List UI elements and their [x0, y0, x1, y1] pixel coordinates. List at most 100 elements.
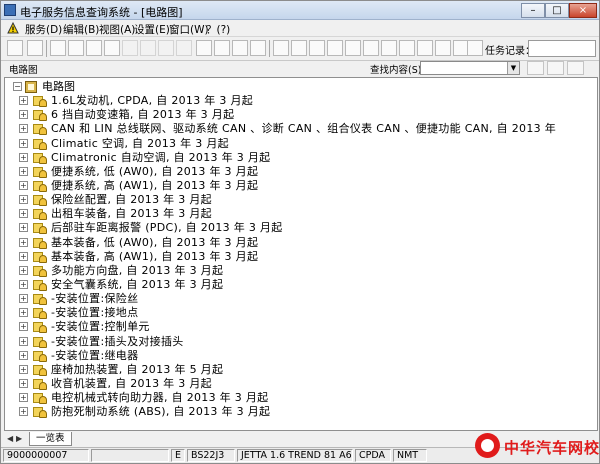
warning-tool-icon[interactable]: [363, 40, 379, 56]
tree-item[interactable]: + 出租车装备, 自 2013 年 3 月起: [5, 207, 597, 221]
module-icon-1[interactable]: [273, 40, 289, 56]
folder-lock-icon: [33, 336, 47, 348]
expand-icon[interactable]: +: [19, 152, 28, 162]
tree-item[interactable]: +1.6L发动机, CPDA, 自 2013 年 3 月起: [5, 94, 597, 108]
tree-item[interactable]: + CAN 和 LIN 总线联网、驱动系统 CAN 、诊断 CAN 、组合仪表 C…: [5, 122, 597, 136]
folder-lock-icon: [33, 293, 47, 306]
tree-item[interactable]: + 防抱死制动系统 (ABS), 自 2013 年 3 月起: [5, 405, 597, 419]
minimize-button[interactable]: –: [521, 3, 545, 18]
tree-item[interactable]: + 后部驻车距离报警 (PDC), 自 2013 年 3 月起: [5, 221, 597, 235]
search-select[interactable]: ▼: [420, 61, 520, 75]
module-icon-10[interactable]: [467, 40, 483, 56]
module-icon-3[interactable]: [309, 40, 325, 56]
tab-prev-icon[interactable]: ◀: [7, 434, 13, 443]
expand-icon[interactable]: +: [19, 195, 28, 204]
expand-icon[interactable]: +: [19, 96, 28, 105]
tree-item[interactable]: + 安全气囊系统, 自 2013 年 3 月起: [5, 278, 597, 292]
tree-item[interactable]: +6 挡自动变速箱, 自 2013 年 3 月起: [5, 108, 597, 122]
module-icon-7[interactable]: [399, 40, 415, 56]
tree-item[interactable]: + -安装位置:保险丝: [5, 292, 597, 306]
expand-icon[interactable]: +: [19, 407, 28, 417]
module-icon-4[interactable]: [327, 40, 343, 56]
expand-icon[interactable]: +: [19, 237, 28, 247]
expand-icon[interactable]: +: [19, 393, 28, 403]
next-page-icon[interactable]: [158, 40, 174, 56]
last-page-icon[interactable]: [176, 40, 192, 56]
expand-icon[interactable]: +: [19, 336, 28, 346]
warning-icon: [7, 22, 19, 34]
new-document-icon[interactable]: [50, 40, 66, 56]
module-icon-6[interactable]: [381, 40, 397, 56]
tree-item[interactable]: + 座椅加热装置, 自 2013 年 5 月起: [5, 363, 597, 377]
expand-icon[interactable]: +: [19, 166, 28, 176]
help-icon[interactable]: [232, 40, 248, 56]
expand-icon[interactable]: +: [19, 294, 28, 304]
status-cell-gearbox: NMT: [393, 449, 427, 462]
expand-icon[interactable]: +: [19, 209, 28, 219]
expand-icon[interactable]: +: [19, 350, 28, 360]
expand-icon[interactable]: +: [19, 110, 28, 120]
tree-panel[interactable]: − 电路图 +1.6L发动机, CPDA, 自 2013 年 3 月起 +6 挡自…: [4, 77, 598, 431]
tree-item[interactable]: + 基本装备, 低 (AW0), 自 2013 年 3 月起: [5, 236, 597, 250]
tree-item[interactable]: + Climatic 空调, 自 2013 年 3 月起: [5, 137, 597, 151]
return-icon[interactable]: [196, 40, 212, 56]
info-circle-icon[interactable]: [214, 40, 230, 56]
menu-item-window[interactable]: 窗口(W): [169, 22, 209, 37]
module-icon-2[interactable]: [291, 40, 307, 56]
info-icon[interactable]: [27, 40, 43, 56]
tree-item-label: -安装位置:控制单元: [51, 320, 150, 334]
module-icon-8[interactable]: [435, 40, 451, 56]
tree-root[interactable]: − 电路图: [11, 80, 311, 94]
tree-item[interactable]: + -安装位置:接地点: [5, 306, 597, 320]
tree-item[interactable]: + 便捷系统, 高 (AW1), 自 2013 年 3 月起: [5, 179, 597, 193]
expand-icon[interactable]: +: [19, 379, 28, 388]
edit-icon[interactable]: [68, 40, 84, 56]
tab-overview[interactable]: 一览表: [29, 432, 72, 446]
expand-icon[interactable]: +: [19, 251, 28, 261]
diagnosis-icon[interactable]: [7, 40, 23, 56]
tree-item[interactable]: + Climatronic 自动空调, 自 2013 年 3 月起: [5, 150, 597, 165]
expand-icon[interactable]: +: [19, 223, 28, 233]
close-button[interactable]: ×: [569, 3, 597, 18]
tree-item[interactable]: + 多功能方向盘, 自 2013 年 3 月起: [5, 264, 597, 278]
tree-item-label: Climatronic 自动空调, 自 2013 年 3 月起: [51, 150, 271, 164]
module-icon-5[interactable]: [345, 40, 361, 56]
collapse-icon[interactable]: −: [13, 82, 22, 91]
menu-item-edit[interactable]: 编辑(B): [63, 22, 99, 37]
tree-item[interactable]: + 保险丝配置, 自 2013 年 3 月起: [5, 193, 597, 207]
expand-icon[interactable]: +: [19, 322, 28, 332]
tree-item[interactable]: + 便捷系统, 低 (AW0), 自 2013 年 3 月起: [5, 165, 597, 179]
expand-icon[interactable]: +: [19, 280, 28, 289]
maximize-button[interactable]: □: [545, 3, 569, 18]
expand-icon[interactable]: +: [19, 138, 28, 148]
expand-icon[interactable]: +: [19, 308, 28, 318]
task-record-input[interactable]: [528, 40, 596, 57]
tree-item-label: 安全气囊系统, 自 2013 年 3 月起: [51, 278, 224, 291]
expand-icon[interactable]: +: [19, 124, 28, 134]
tree-item[interactable]: + 电控机械式转向助力器, 自 2013 年 3 月起: [5, 391, 597, 405]
tree-item[interactable]: + 收音机装置, 自 2013 年 3 月起: [5, 377, 597, 391]
tree-item[interactable]: + 基本装备, 高 (AW1), 自 2013 年 3 月起: [5, 250, 597, 264]
find-icon[interactable]: [527, 61, 544, 75]
tree-item[interactable]: + -安装位置:继电器: [5, 349, 597, 363]
find-next-icon[interactable]: [567, 61, 584, 75]
tab-next-icon[interactable]: ▶: [16, 434, 22, 443]
preview-icon[interactable]: [104, 40, 120, 56]
car-icon[interactable]: [417, 40, 433, 56]
expand-icon[interactable]: +: [19, 265, 28, 275]
menu-item-view[interactable]: 视图(A): [99, 22, 135, 37]
chevron-down-icon[interactable]: ▼: [507, 62, 519, 74]
expand-icon[interactable]: +: [19, 180, 28, 190]
prev-page-icon[interactable]: [140, 40, 156, 56]
tree-item[interactable]: + -安装位置:插头及对接插头: [5, 334, 597, 349]
menu-item-service[interactable]: 服务(D): [25, 22, 62, 37]
menu-item-help[interactable]: ？(?): [206, 22, 230, 37]
swap-icon[interactable]: [250, 40, 266, 56]
first-page-icon[interactable]: [122, 40, 138, 56]
find-prev-icon[interactable]: [547, 61, 564, 75]
expand-icon[interactable]: +: [19, 364, 28, 374]
print-icon[interactable]: [86, 40, 102, 56]
tree-item[interactable]: + -安装位置:控制单元: [5, 320, 597, 334]
menu-item-settings[interactable]: 设置(E): [134, 22, 170, 37]
tree-item-label: -安装位置:插头及对接插头: [51, 334, 184, 348]
